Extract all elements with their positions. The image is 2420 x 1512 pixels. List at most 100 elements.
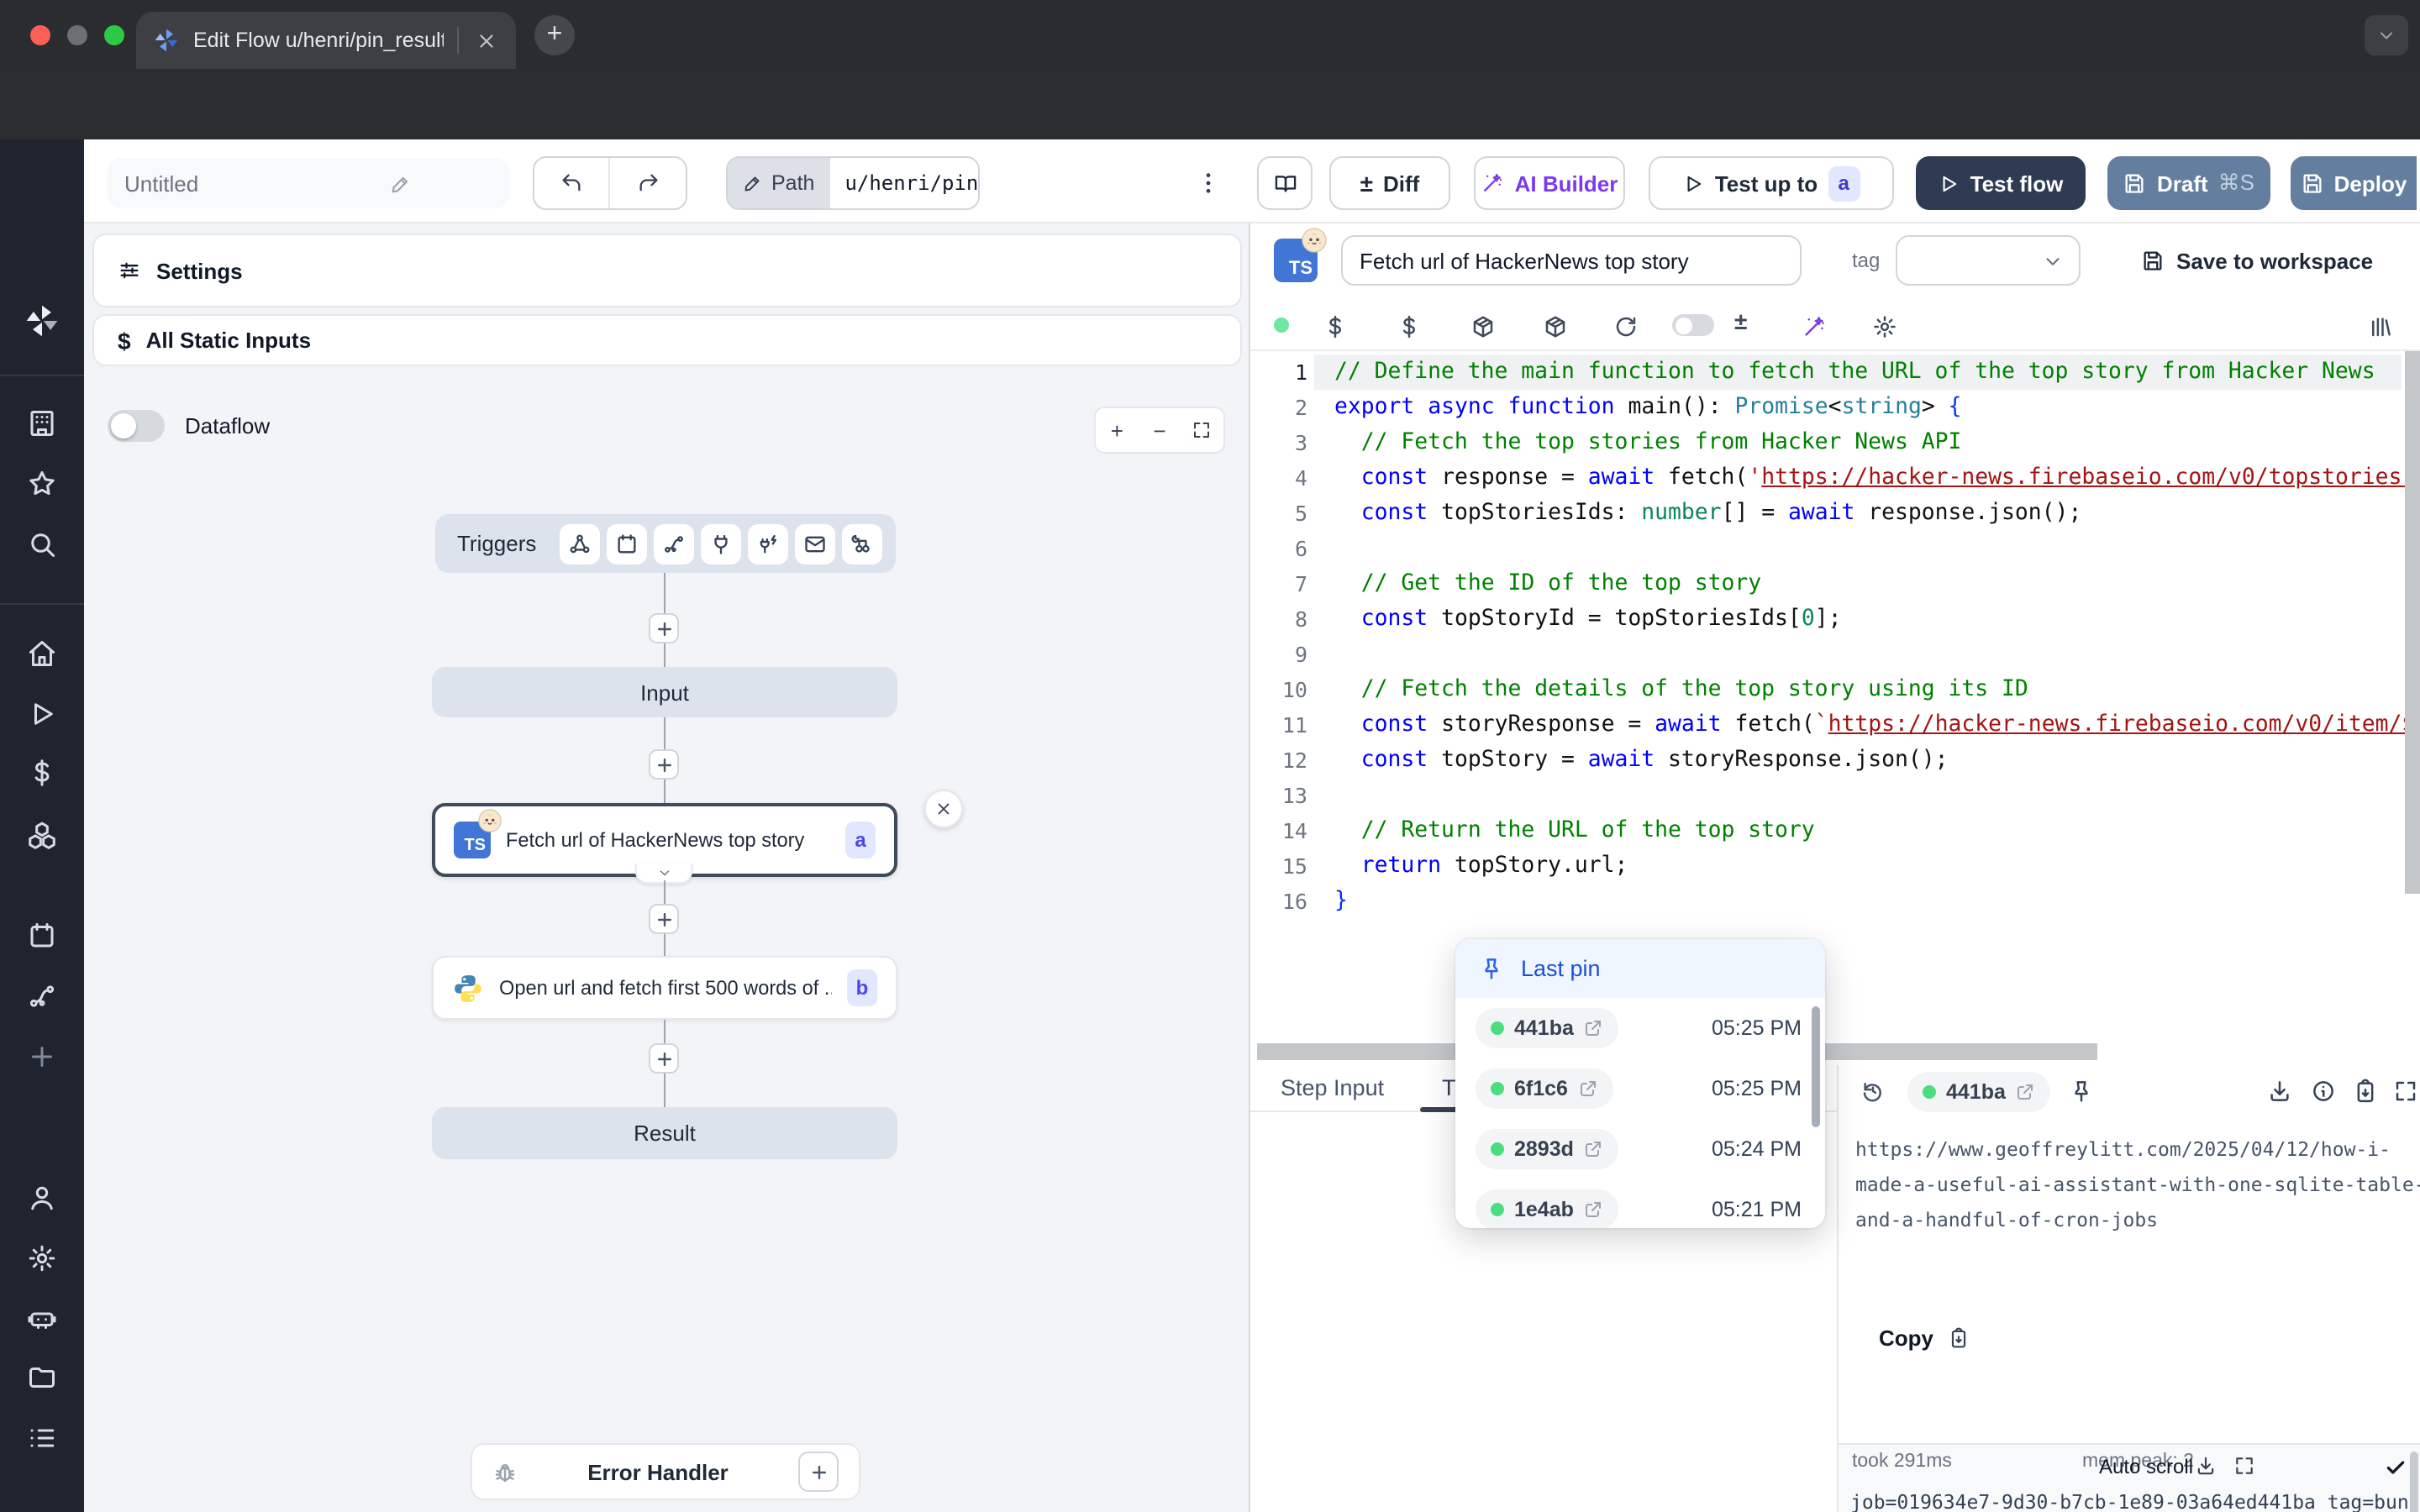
sidebar-item-home[interactable] [27, 638, 57, 669]
trigger-calendar-button[interactable] [607, 523, 647, 564]
download-logs-icon[interactable] [2195, 1455, 2217, 1477]
pin-id-pill[interactable]: 2893d [1476, 1129, 1619, 1169]
pin-icon[interactable] [2069, 1079, 2094, 1104]
new-tab-button[interactable]: + [534, 15, 575, 55]
sidebar-item-schedules[interactable] [27, 921, 57, 951]
triggers-node[interactable]: Triggers [435, 514, 896, 573]
browser-tab[interactable]: Edit Flow u/henri/pin_results [136, 12, 516, 69]
code-line[interactable]: const storyResponse = await fetch(`https… [1334, 707, 2319, 743]
add-step-button[interactable] [649, 1043, 679, 1074]
external-link-icon[interactable] [1584, 1018, 1604, 1038]
add-step-button[interactable] [649, 613, 679, 643]
resources-icon[interactable] [1395, 312, 1422, 339]
code-line[interactable] [1334, 531, 2319, 566]
sidebar-item-favorites[interactable] [27, 469, 57, 499]
undo-button[interactable] [534, 158, 610, 208]
check-icon[interactable] [2385, 1457, 2407, 1478]
sidebar-item-folders[interactable] [27, 1362, 57, 1393]
sidebar-item-instance-settings[interactable] [27, 1243, 57, 1273]
copy-button[interactable]: Copy [1879, 1326, 1969, 1351]
history-icon[interactable] [1860, 1079, 1886, 1104]
code-line[interactable]: // Define the main function to fetch the… [1334, 354, 2319, 390]
trigger-email-button[interactable] [795, 523, 835, 564]
sidebar-item-create[interactable] [27, 1042, 57, 1072]
code-editor[interactable]: 12345678910111213141516 // Define the ma… [1250, 349, 2420, 1063]
external-link-icon[interactable] [1578, 1079, 1598, 1099]
pin-id-pill[interactable]: 441ba [1476, 1008, 1619, 1048]
sidebar-item-account[interactable] [27, 1183, 57, 1213]
step-title-input[interactable] [1341, 235, 1802, 286]
add-error-handler-button[interactable] [798, 1452, 839, 1492]
tab-test[interactable]: T [1442, 1075, 1456, 1100]
package-icon[interactable] [1469, 312, 1496, 339]
save-to-workspace-button[interactable]: Save to workspace [2141, 235, 2373, 286]
pin-item[interactable]: 2893d05:24 PM [1455, 1119, 1825, 1179]
docs-button[interactable] [1257, 156, 1313, 210]
delete-step-button[interactable] [924, 790, 963, 828]
pin-id-pill[interactable]: 6f1c6 [1476, 1068, 1613, 1109]
info-icon[interactable] [2311, 1079, 2336, 1104]
sidebar-item-runs[interactable] [27, 699, 57, 729]
code-line[interactable] [1334, 778, 2319, 813]
pin-id-pill[interactable]: 1e4ab [1476, 1189, 1619, 1228]
job-pill[interactable]: 441ba [1907, 1072, 2051, 1112]
all-static-inputs-row[interactable]: $ All Static Inputs [92, 314, 1242, 366]
external-link-icon[interactable] [1584, 1200, 1604, 1220]
test-flow-button[interactable]: Test flow [1916, 156, 2086, 210]
error-handler-node[interactable]: Error Handler [471, 1443, 860, 1500]
logs-vertical-scrollbar[interactable] [2410, 1452, 2418, 1512]
pin-item[interactable]: 1e4ab05:21 PM [1455, 1179, 1825, 1228]
result-node[interactable]: Result [432, 1107, 897, 1159]
close-window-button[interactable] [30, 25, 50, 45]
sidebar-item-audit-logs[interactable] [27, 1423, 57, 1453]
flow-name-box[interactable]: Untitled [108, 158, 509, 208]
tab-step-input[interactable]: Step Input [1281, 1075, 1384, 1100]
code-line[interactable]: return topStory.url; [1334, 848, 2319, 884]
pin-item[interactable]: 441ba05:25 PM [1455, 998, 1825, 1058]
code-line[interactable]: // Fetch the details of the top story us… [1334, 672, 2319, 707]
code-line[interactable] [1334, 637, 2319, 672]
trigger-websocket-button[interactable] [701, 523, 741, 564]
sidebar-item-search[interactable] [27, 529, 57, 559]
editor-settings-icon[interactable] [1870, 312, 1897, 339]
external-link-icon[interactable] [2016, 1082, 2036, 1102]
external-link-icon[interactable] [1584, 1139, 1604, 1159]
code-line[interactable]: const topStoriesIds: number[] = await re… [1334, 496, 2319, 531]
ai-builder-button[interactable]: AI Builder [1474, 156, 1625, 210]
draft-button[interactable]: Draft⌘S [2107, 156, 2270, 210]
code-line[interactable]: const response = await fetch('https://ha… [1334, 460, 2319, 496]
sidebar-item-flows[interactable] [27, 981, 57, 1011]
more-options-button[interactable] [1186, 161, 1230, 205]
zoom-in-button[interactable]: + [1096, 408, 1139, 452]
reload-icon[interactable] [1612, 312, 1639, 339]
code-line[interactable]: const topStory = await storyResponse.jso… [1334, 743, 2319, 778]
expand-icon[interactable] [2393, 1079, 2418, 1104]
tab-search-chevron-icon[interactable] [2365, 15, 2408, 55]
clipboard-icon[interactable] [2353, 1079, 2378, 1104]
library-icon[interactable] [2366, 312, 2393, 339]
add-step-button[interactable] [649, 749, 679, 780]
windmill-logo[interactable] [24, 302, 60, 339]
code-line[interactable]: export async function main(): Promise<st… [1334, 390, 2319, 425]
expand-logs-icon[interactable] [2233, 1455, 2255, 1477]
edit-name-pencil-icon[interactable] [308, 172, 492, 194]
ai-wand-icon[interactable] [1800, 312, 1827, 339]
input-node[interactable]: Input [432, 667, 897, 717]
download-icon[interactable] [2267, 1079, 2292, 1104]
redo-button[interactable] [610, 158, 686, 208]
trigger-poll-button[interactable] [842, 523, 882, 564]
zoom-out-button[interactable]: − [1139, 408, 1181, 452]
diff-icon[interactable]: ± [1734, 307, 1747, 334]
code-line[interactable]: const topStoryId = topStoriesIds[0]; [1334, 601, 2319, 637]
pin-item[interactable]: 6f1c605:25 PM [1455, 1058, 1825, 1119]
dropdown-scrollbar[interactable] [1812, 1006, 1820, 1127]
dataflow-toggle[interactable] [108, 410, 165, 442]
code-line[interactable]: // Get the ID of the top story [1334, 566, 2319, 601]
vertical-scrollbar[interactable] [2405, 351, 2420, 894]
editor-toggle[interactable] [1672, 314, 1714, 336]
sidebar-item-resources[interactable] [27, 820, 57, 850]
add-step-button[interactable] [649, 904, 679, 934]
minimize-window-button[interactable] [67, 25, 87, 45]
step-node-b[interactable]: Open url and fetch first 500 words of ..… [432, 956, 897, 1020]
auto-scroll-label[interactable]: Auto scroll [2099, 1455, 2193, 1478]
